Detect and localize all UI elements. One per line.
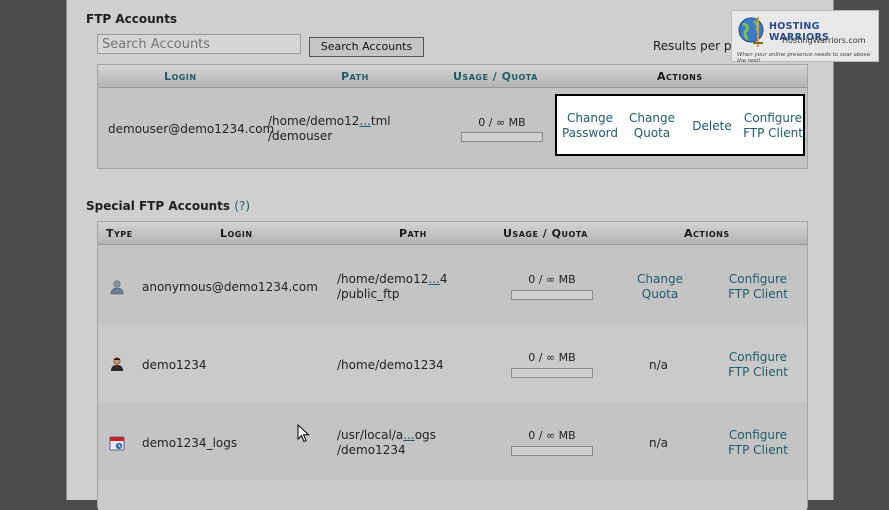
actions-highlight: Change Password Change Quota Delete Config… [555,94,805,156]
logo-tagline: When your online presence needs to soar … [737,52,871,64]
main-user-icon [111,357,123,371]
column-actions: Actions [684,227,730,240]
row-path-end: 4 [439,272,448,286]
column-path[interactable]: Path [341,70,369,83]
table-row [98,480,807,510]
row-usage-bar [511,290,593,300]
path-expand-link[interactable]: ... [359,114,370,128]
help-link[interactable]: (?) [234,199,250,213]
change-quota-line1: Change [629,111,675,125]
configure-ftp-client-link[interactable]: Configure FTP Client [724,350,792,380]
row-action-na: n/a [649,436,669,450]
results-per-page-label: Results per pa [653,39,739,53]
configure-line2: FTP Client [728,443,788,457]
row-path: /usr/local/a...ogs /demo1234 [337,428,436,458]
column-login: Login [220,227,253,240]
account-path-start: /home/demo12 [268,114,360,128]
row-login: demo1234_logs [142,436,238,450]
configure-line1: Configure [728,428,788,442]
row-login: anonymous@demo1234.com [142,280,318,294]
column-usage-label: Usage [453,70,489,83]
row-login: demo1234 [142,358,207,372]
row-usage: 0 / ∞ MB [528,429,576,442]
row-path-line2: /demo1234 [337,443,406,457]
configure-ftp-client-link[interactable]: Configure FTP Client [724,428,792,458]
column-type: Type [106,227,133,240]
account-path: /home/demo12...tml /demouser [268,114,391,144]
change-quota-link[interactable]: Change Quota [623,111,681,141]
row-usage-bar [511,368,593,378]
column-usage-quota[interactable]: Usage / Quota [453,70,538,83]
ftp-accounts-title: FTP Accounts [86,12,178,26]
mouse-cursor-icon [297,424,310,443]
change-password-line2: Password [561,126,619,140]
account-usage: 0 / ∞ MB [478,116,526,129]
column-usage-quota: Usage / Quota [503,227,588,240]
column-login[interactable]: Login [164,70,197,83]
logo-domain: HostingWarriors.com [782,36,866,45]
change-quota-link[interactable]: Change Quota [630,272,690,302]
configure-ftp-client-link[interactable]: Configure FTP Client [741,111,805,141]
row-path-line2: /public_ftp [337,287,400,301]
column-slash: / [542,227,548,240]
configure-line2: FTP Client [743,126,803,140]
column-quota-label: Quota [501,70,538,83]
row-path: /home/demo12...4 /public_ftp [337,272,448,302]
configure-line1: Configure [728,272,788,286]
column-usage-label: Usage [503,227,539,240]
anonymous-user-icon [110,280,124,295]
logs-calendar-icon [109,436,125,451]
search-accounts-button[interactable]: Search Accounts [309,37,424,57]
special-title-text: Special FTP Accounts [86,199,231,213]
change-quota-line2: Quota [633,126,671,140]
column-actions: Actions [657,70,703,83]
account-path-line2: /demouser [268,129,333,143]
change-quota-line2: Quota [641,287,679,301]
configure-line1: Configure [743,111,803,125]
configure-ftp-client-link[interactable]: Configure FTP Client [724,272,792,302]
row-path-start: /home/demo12 [337,272,429,286]
row-path-end: ogs [414,428,436,442]
path-expand-link[interactable]: ... [403,428,414,442]
row-usage: 0 / ∞ MB [528,351,576,364]
change-password-line1: Change [567,111,613,125]
change-quota-line1: Change [637,272,683,286]
column-quota-label: Quota [551,227,588,240]
special-ftp-accounts-title: Special FTP Accounts (?) [86,199,250,213]
account-usage-bar [461,132,543,142]
account-path-end: tml [370,114,391,128]
row-usage: 0 / ∞ MB [528,273,576,286]
globe-icon [738,17,764,47]
row-path: /home/demo1234 [337,358,444,372]
row-usage-bar [511,446,593,456]
path-expand-link[interactable]: ... [428,272,439,286]
configure-line2: FTP Client [728,287,788,301]
special-table-header: Type Login Path Usage / Quota Actions [98,222,807,245]
column-path: Path [399,227,427,240]
ftp-table-header: Login Path Usage / Quota Actions [98,65,807,88]
row-action-na: n/a [649,358,669,372]
change-password-link[interactable]: Change Password [561,111,619,141]
account-login: demouser@demo1234.com [108,122,275,136]
configure-line1: Configure [728,350,788,364]
delete-link[interactable]: Delete [687,119,737,134]
column-slash: / [492,70,498,83]
row-path-start: /usr/local/a [337,428,404,442]
search-input[interactable] [97,34,301,54]
hosting-warriors-logo: HOSTING WARRIORS HostingWarriors.com Whe… [731,10,879,64]
configure-line2: FTP Client [728,365,788,379]
